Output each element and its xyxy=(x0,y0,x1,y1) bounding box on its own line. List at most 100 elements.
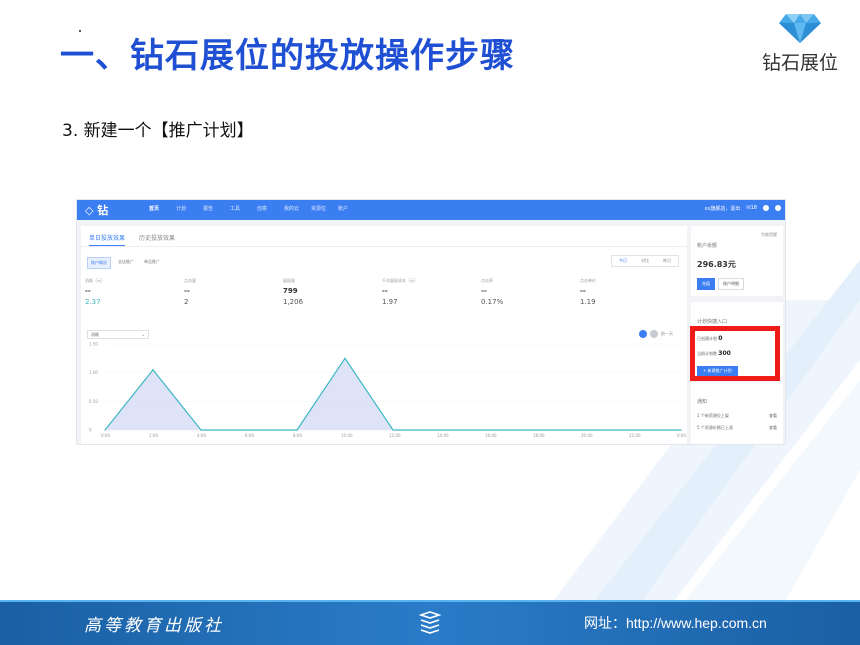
nav-item[interactable]: 计划 xyxy=(176,205,203,212)
nav-item[interactable]: 资源位 xyxy=(311,205,338,212)
data-point xyxy=(632,429,634,431)
tab-history[interactable]: 历史投放效果 xyxy=(139,233,175,246)
data-point xyxy=(536,429,538,431)
subtab[interactable]: 单品推广 xyxy=(141,257,163,269)
metric-label: 消耗（元） xyxy=(85,278,105,283)
data-point xyxy=(440,429,442,431)
series-area xyxy=(105,358,681,430)
date-option[interactable]: 对比 xyxy=(634,256,656,266)
metric-value: 799 xyxy=(283,287,298,295)
notice-text: 1 个新资源位上架 xyxy=(697,413,729,418)
app-topbar: ◇ 钻 首页 计划 报告 工具 创意 我的云 资源位 账户 xx旗舰店，退出 ✉… xyxy=(77,200,785,220)
metric-value: -- xyxy=(85,287,91,295)
app-brand[interactable]: ◇ 钻 xyxy=(85,202,108,218)
website-url: 网址：http://www.hep.com.cn xyxy=(584,615,767,631)
nav-item[interactable]: 首页 xyxy=(149,205,176,212)
step-text: 3. 新建一个【推广计划】 xyxy=(62,121,254,141)
user-link[interactable]: xx旗舰店，退出 xyxy=(705,205,741,212)
metric[interactable]: 点击单价 -- 1.19 xyxy=(580,278,679,306)
metric[interactable]: 点击率 -- 0.17% xyxy=(481,278,580,306)
metric-value: -- xyxy=(580,287,586,295)
tabs-divider xyxy=(81,246,687,247)
account-detail-button[interactable]: 账户明细 xyxy=(718,278,744,290)
metric[interactable]: 消耗（元） -- 2.37 xyxy=(85,278,184,306)
nav-item[interactable]: 我的云 xyxy=(284,205,311,212)
metric-compare: 1.97 xyxy=(382,298,398,306)
diamond-icon xyxy=(779,14,821,43)
subtabs: 账户概况 全店推广 单品推广 xyxy=(87,257,163,269)
notice-link[interactable]: 查看 xyxy=(769,425,777,431)
notice-link[interactable]: 查看 xyxy=(769,413,777,419)
balance-alert-link[interactable]: 余额提醒 xyxy=(761,232,777,238)
nav-item[interactable]: 工具 xyxy=(230,205,257,212)
x-tick-label: 14:00 xyxy=(437,433,449,438)
publisher-name: 高等教育出版社 xyxy=(84,616,224,636)
topbar-right: xx旗舰店，退出 ✉18 xyxy=(705,205,781,212)
data-point xyxy=(392,429,394,431)
bar-chart-icon[interactable] xyxy=(650,330,658,338)
metric-compare: 1.19 xyxy=(580,298,596,306)
subtab[interactable]: 账户概况 xyxy=(87,257,111,269)
metric[interactable]: 点击量 -- 2 xyxy=(184,278,283,306)
data-point xyxy=(200,429,202,431)
chevron-down-icon: ⌄ xyxy=(141,332,145,337)
y-tick-label: 1.50 xyxy=(89,342,98,347)
account-title: 账户余额 xyxy=(697,243,718,249)
notice-text: 5 个资源价格已上涨 xyxy=(697,425,733,430)
account-card: 余额提醒 账户余额 296.83元 充值 账户明细 xyxy=(691,226,783,296)
metric-value: -- xyxy=(184,287,190,295)
tab-daily[interactable]: 单日投放效果 xyxy=(89,233,126,246)
balance-value: 296.83元 xyxy=(697,260,736,269)
data-point xyxy=(488,429,490,431)
metric-label: 千次展现成本（元） xyxy=(382,278,418,283)
date-option[interactable]: 今日 xyxy=(612,256,634,266)
y-tick-label: 0 xyxy=(89,428,92,433)
x-tick-label: 12:00 xyxy=(389,433,401,438)
recharge-button[interactable]: 充值 xyxy=(697,278,715,290)
x-tick-label: 4:00 xyxy=(197,433,206,438)
app-nav: 首页 计划 报告 工具 创意 我的云 资源位 账户 xyxy=(149,205,365,212)
data-point xyxy=(680,429,682,431)
metric-label: 点击率 xyxy=(481,278,493,283)
subtab[interactable]: 全店推广 xyxy=(115,257,137,269)
data-point xyxy=(152,369,154,371)
metrics-row: 消耗（元） -- 2.37 点击量 -- 2 展现量 799 1,206 千次展… xyxy=(85,278,685,306)
metric[interactable]: 展现量 799 1,206 xyxy=(283,278,382,306)
notice-item[interactable]: 5 个资源价格已上涨 查看 xyxy=(697,425,777,431)
metric-label: 点击单价 xyxy=(580,278,596,283)
trend-chart: 0 0.50 1.00 1.50 0:00 2:00 4:00 6:00 8:00 10:00 12… xyxy=(89,342,686,439)
metric[interactable]: 千次展现成本（元） -- 1.97 xyxy=(382,278,481,306)
line-chart-icon[interactable] xyxy=(639,330,647,338)
notice-item[interactable]: 1 个新资源位上架 查看 xyxy=(697,413,777,419)
notice-title: 通知 xyxy=(697,399,708,405)
x-tick-label: 22:00 xyxy=(629,433,641,438)
data-point xyxy=(344,357,346,359)
data-point xyxy=(296,429,298,431)
nav-item[interactable]: 报告 xyxy=(203,205,230,212)
metric-label: 点击量 xyxy=(184,278,196,283)
metric-value: -- xyxy=(382,287,388,295)
help-icon[interactable] xyxy=(775,205,781,211)
x-tick-label: 16:00 xyxy=(485,433,497,438)
x-tick-label: 18:00 xyxy=(533,433,545,438)
nav-item[interactable]: 创意 xyxy=(257,205,284,212)
metric-compare: 2.37 xyxy=(85,298,101,306)
x-tick-label: 20:00 xyxy=(581,433,593,438)
x-tick-label: 0:00 xyxy=(677,433,686,438)
date-option[interactable]: 昨日 xyxy=(656,256,678,266)
notification-icon[interactable] xyxy=(763,205,769,211)
metric-compare: 1,206 xyxy=(283,298,304,306)
mail-link[interactable]: ✉18 xyxy=(746,205,757,212)
nav-item[interactable]: 账户 xyxy=(338,205,365,212)
metric-compare: 2 xyxy=(184,298,189,306)
slide-title: 一、钻石展位的投放操作步骤 xyxy=(60,36,515,76)
highlight-box xyxy=(690,326,780,381)
date-filter: 今日 对比 昨日 xyxy=(611,255,679,267)
x-tick-label: 0:00 xyxy=(101,433,110,438)
metric-compare: 0.17% xyxy=(481,298,504,306)
y-tick-label: 1.00 xyxy=(89,370,98,375)
x-tick-label: 8:00 xyxy=(293,433,302,438)
compare-label[interactable]: 前一天 xyxy=(661,331,673,337)
notice-card: 通知 1 个新资源位上架 查看 5 个资源价格已上涨 查看 xyxy=(691,382,783,444)
y-tick-label: 0.50 xyxy=(89,399,98,404)
